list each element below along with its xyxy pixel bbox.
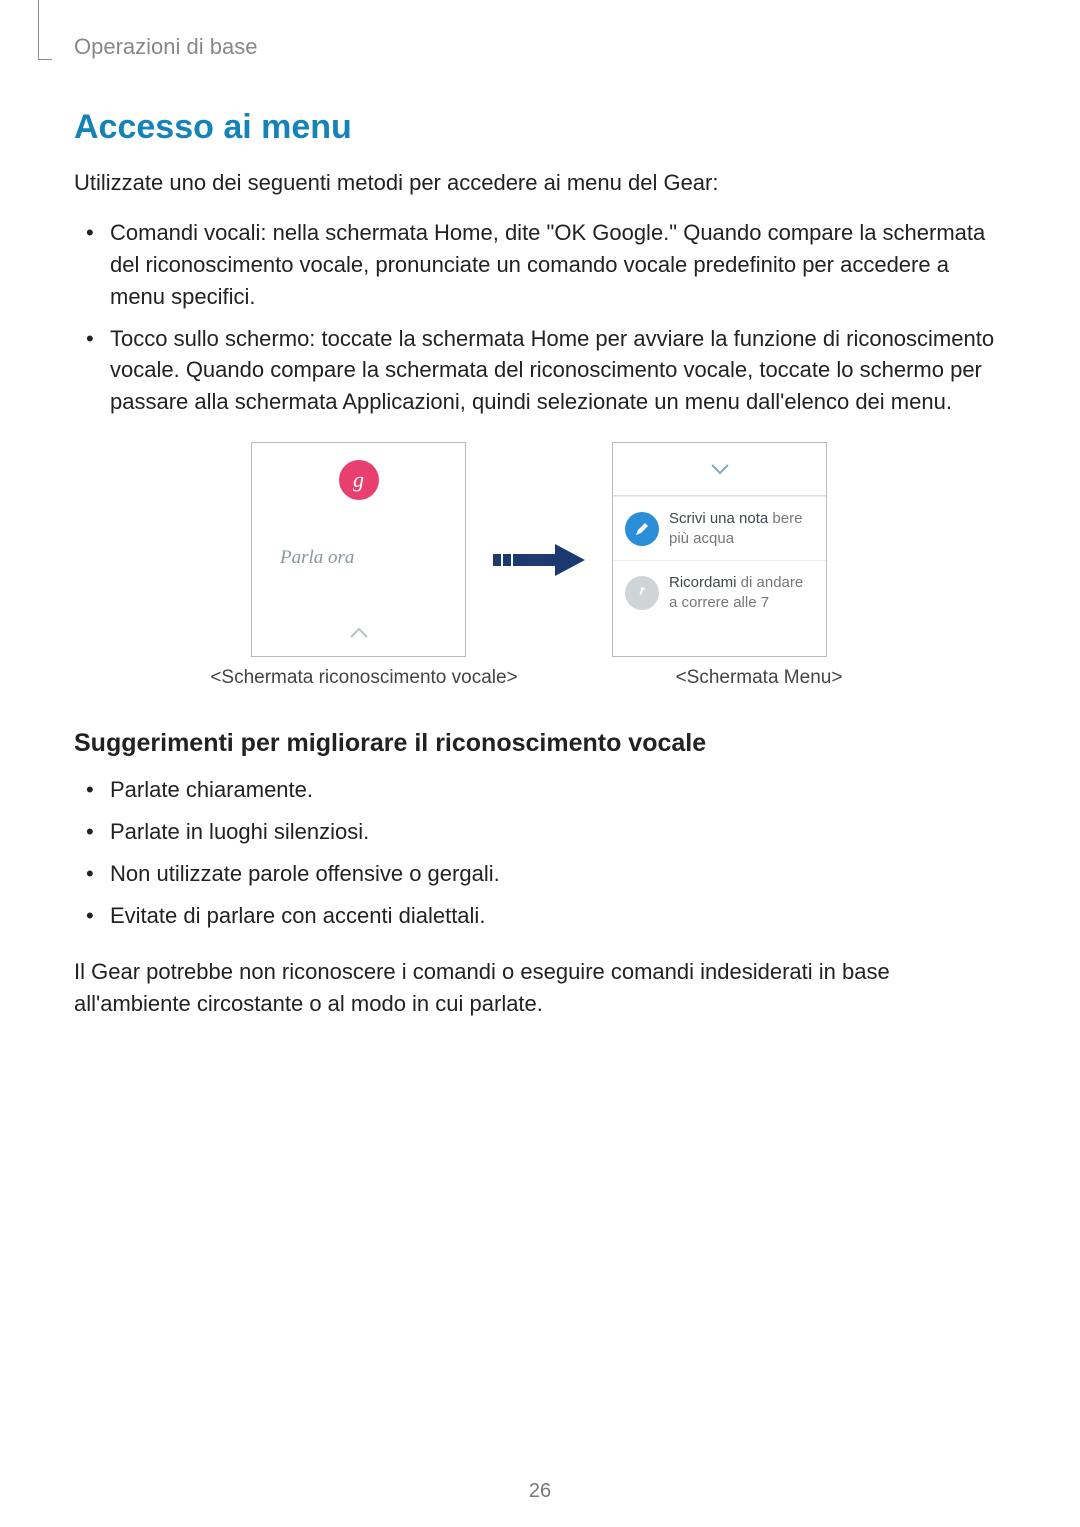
list-item: Comandi vocali: nella schermata Home, di… xyxy=(74,217,1004,313)
arrow-right-icon xyxy=(493,542,585,578)
chevron-down-icon xyxy=(710,463,730,475)
menu-row-text: Scrivi una nota bere più acqua xyxy=(669,509,814,548)
menu-row-text: Ricordami di andare a correre alle 7 xyxy=(669,573,814,612)
row-strong: Scrivi una nota xyxy=(669,510,768,527)
screen1-top: g xyxy=(252,443,465,505)
tips-list: Parlate chiaramente. Parlate in luoghi s… xyxy=(74,774,1004,932)
list-item: Evitate di parlare con accenti dialettal… xyxy=(74,900,1004,932)
menu-row-reminder: Ricordami di andare a correre alle 7 xyxy=(613,560,826,624)
reminder-icon xyxy=(625,576,659,610)
figure-row: g Parla ora xyxy=(74,442,1004,657)
list-item: Tocco sullo schermo: toccate la schermat… xyxy=(74,323,1004,419)
methods-list: Comandi vocali: nella schermata Home, di… xyxy=(74,217,1004,418)
arrow-cell xyxy=(484,442,594,578)
list-item: Non utilizzate parole offensive o gergal… xyxy=(74,858,1004,890)
caption-right: <Schermata Menu> xyxy=(644,667,874,689)
list-item: Parlate in luoghi silenziosi. xyxy=(74,816,1004,848)
google-badge-label: g xyxy=(353,467,364,493)
voice-recognition-screen: g Parla ora xyxy=(251,442,466,657)
menu-screen: Scrivi una nota bere più acqua Ricordami… xyxy=(612,442,827,657)
intro-paragraph: Utilizzate uno dei seguenti metodi per a… xyxy=(74,167,1004,199)
subheading: Suggerimenti per migliorare il riconosci… xyxy=(74,729,1004,758)
breadcrumb: Operazioni di base xyxy=(74,34,257,60)
menu-row-write-note: Scrivi una nota bere più acqua xyxy=(613,496,826,560)
pencil-icon xyxy=(625,512,659,546)
page-content: Accesso ai menu Utilizzate uno dei segue… xyxy=(74,100,1004,1020)
chevron-up-icon xyxy=(349,627,369,639)
speak-now-prompt: Parla ora xyxy=(252,505,465,610)
screen2-chevron-down xyxy=(613,443,826,495)
page-title: Accesso ai menu xyxy=(74,108,1004,147)
row-strong: Ricordami xyxy=(669,574,737,591)
closing-paragraph: Il Gear potrebbe non riconoscere i coman… xyxy=(74,956,1004,1020)
google-badge-icon: g xyxy=(339,460,379,500)
page-corner-mark xyxy=(38,0,52,60)
screen1-chevron-up xyxy=(252,610,465,656)
page-number: 26 xyxy=(529,1480,551,1503)
figure-captions: <Schermata riconoscimento vocale> <Scher… xyxy=(74,667,1004,689)
list-item: Parlate chiaramente. xyxy=(74,774,1004,806)
caption-left: <Schermata riconoscimento vocale> xyxy=(204,667,524,689)
